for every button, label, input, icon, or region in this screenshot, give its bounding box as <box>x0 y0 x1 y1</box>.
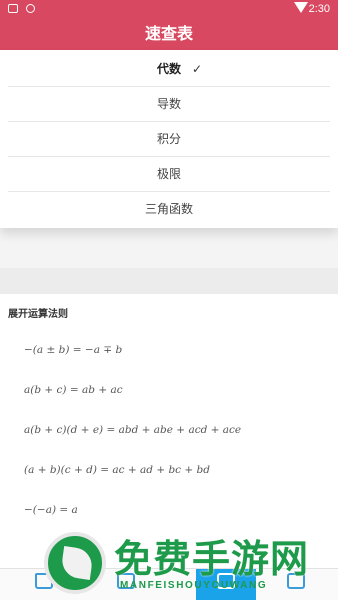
formula-item: a(b + c)(d + e) = abd + abe + acd + ace <box>24 424 242 436</box>
formula-item: a(b + c) = ab + ac <box>24 384 123 396</box>
notification-icon <box>8 4 18 13</box>
home-icon <box>35 573 53 589</box>
wifi-icon <box>294 2 308 13</box>
status-bar: 2:30 <box>0 0 338 18</box>
menu-item-derivative[interactable]: 导数 <box>8 87 330 122</box>
menu-item-limit[interactable]: 极限 <box>8 157 330 192</box>
section-title: 展开运算法则 <box>8 309 68 320</box>
tab-book[interactable] <box>96 569 156 600</box>
menu-item-label: 极限 <box>156 167 181 181</box>
page-title: 速查表 <box>144 24 193 43</box>
book-icon <box>117 573 135 589</box>
bottom-nav <box>0 568 338 600</box>
section-divider <box>0 268 338 294</box>
check-icon: ✓ <box>192 62 203 76</box>
tab-chat[interactable] <box>196 569 256 600</box>
menu-item-label: 导数 <box>156 97 181 111</box>
menu-item-integral[interactable]: 积分 <box>8 122 330 157</box>
tab-profile[interactable] <box>266 569 326 600</box>
formula-item: −(a ± b) = −a ∓ b <box>24 344 123 356</box>
profile-icon <box>287 573 305 589</box>
tab-home[interactable] <box>14 569 74 600</box>
formula-list: 展开运算法则 −(a ± b) = −a ∓ b a(b + c) = ab +… <box>0 294 338 574</box>
category-dropdown-menu: 代数 ✓ 导数 积分 极限 三角函数 <box>0 50 338 228</box>
menu-item-algebra[interactable]: 代数 ✓ <box>8 52 330 87</box>
formula-item: −(−a) = a <box>24 504 78 516</box>
app-bar: 速查表 <box>0 18 338 50</box>
menu-item-label: 三角函数 <box>144 202 193 216</box>
menu-item-label: 积分 <box>156 132 181 146</box>
chat-icon <box>217 573 235 589</box>
menu-item-label: 代数 <box>156 62 181 76</box>
status-time: 2:30 <box>308 3 330 15</box>
menu-item-trig[interactable]: 三角函数 <box>8 192 330 227</box>
app-notification-icon <box>26 4 35 13</box>
formula-item: (a + b)(c + d) = ac + ad + bc + bd <box>24 464 210 476</box>
